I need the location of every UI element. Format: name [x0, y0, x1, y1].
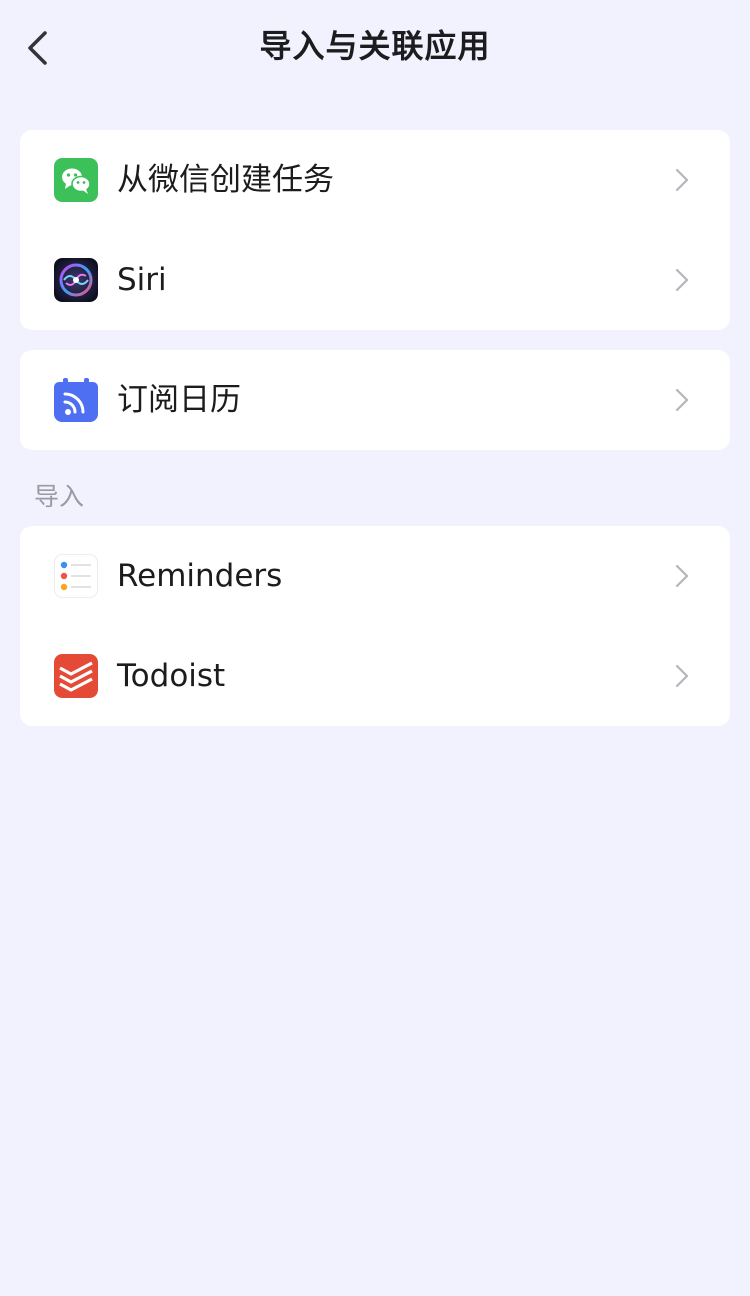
list-item-label: Reminders	[117, 558, 283, 594]
list-item-label: Todoist	[117, 658, 226, 694]
import-card: Reminders Todoist	[20, 526, 730, 726]
list-item-label: 从微信创建任务	[117, 162, 334, 198]
navigation-bar: 导入与关联应用	[0, 0, 750, 92]
list-item-wechat[interactable]: 从微信创建任务	[20, 130, 730, 230]
chevron-right-icon	[672, 166, 692, 194]
todoist-icon	[54, 654, 98, 698]
section-title-import: 导入	[34, 482, 85, 511]
list-item-subscribe-calendar[interactable]: 订阅日历	[20, 350, 730, 450]
list-item-label: 订阅日历	[117, 382, 241, 418]
chevron-right-icon	[672, 386, 692, 414]
calendar-feed-icon	[54, 378, 98, 422]
chevron-right-icon	[672, 662, 692, 690]
list-item-siri[interactable]: Siri	[20, 230, 730, 330]
siri-icon	[54, 258, 98, 302]
chevron-right-icon	[672, 562, 692, 590]
reminders-icon	[54, 554, 98, 598]
calendar-card: 订阅日历	[20, 350, 730, 450]
list-item-reminders[interactable]: Reminders	[20, 526, 730, 626]
linked-apps-card: 从微信创建任务 Siri	[20, 130, 730, 330]
list-item-label: Siri	[117, 262, 167, 298]
page-title: 导入与关联应用	[259, 27, 491, 65]
chevron-right-icon	[672, 266, 692, 294]
list-item-todoist[interactable]: Todoist	[20, 626, 730, 726]
wechat-icon	[54, 158, 98, 202]
